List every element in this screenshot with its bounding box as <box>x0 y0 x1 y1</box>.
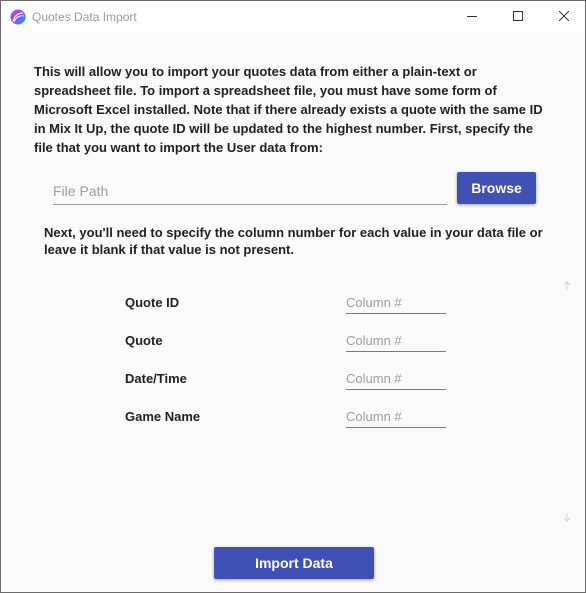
maximize-icon <box>513 8 523 26</box>
quote-label: Quote <box>125 333 163 348</box>
minimize-button[interactable] <box>449 1 495 32</box>
game-name-column-input[interactable] <box>346 406 446 426</box>
next-instructions-text: Next, you'll need to specify the column … <box>44 225 543 257</box>
import-content: This will allow you to import your quote… <box>1 32 585 592</box>
date-time-column-field[interactable] <box>346 368 446 390</box>
quote-id-column-field[interactable] <box>346 292 446 314</box>
arrow-up-icon <box>563 278 571 296</box>
arrow-down-icon <box>563 509 571 527</box>
game-name-label: Game Name <box>125 409 201 424</box>
scroll-up-button[interactable] <box>561 280 573 294</box>
window-title: Quotes Data Import <box>32 10 137 24</box>
close-icon <box>558 8 570 26</box>
maximize-button[interactable] <box>495 1 541 32</box>
import-data-button[interactable]: Import Data <box>214 547 374 579</box>
title-bar[interactable]: Quotes Data Import <box>1 1 585 32</box>
file-path-field[interactable] <box>53 179 447 205</box>
game-name-column-field[interactable] <box>346 406 446 428</box>
quote-column-field[interactable] <box>346 330 446 352</box>
date-time-label: Date/Time <box>125 371 187 386</box>
mixitup-logo-icon <box>10 9 26 25</box>
minimize-icon <box>467 8 477 26</box>
file-path-input[interactable] <box>53 179 447 203</box>
quote-id-column-input[interactable] <box>346 292 446 312</box>
quotes-import-window: Quotes Data Import This will allow you t… <box>0 0 586 593</box>
close-button[interactable] <box>541 1 586 32</box>
quote-column-input[interactable] <box>346 330 446 350</box>
scroll-down-button[interactable] <box>561 511 573 525</box>
date-time-column-input[interactable] <box>346 368 446 388</box>
quote-id-label: Quote ID <box>125 295 180 310</box>
browse-button[interactable]: Browse <box>457 172 536 204</box>
intro-text: This will allow you to import your quote… <box>34 64 543 155</box>
